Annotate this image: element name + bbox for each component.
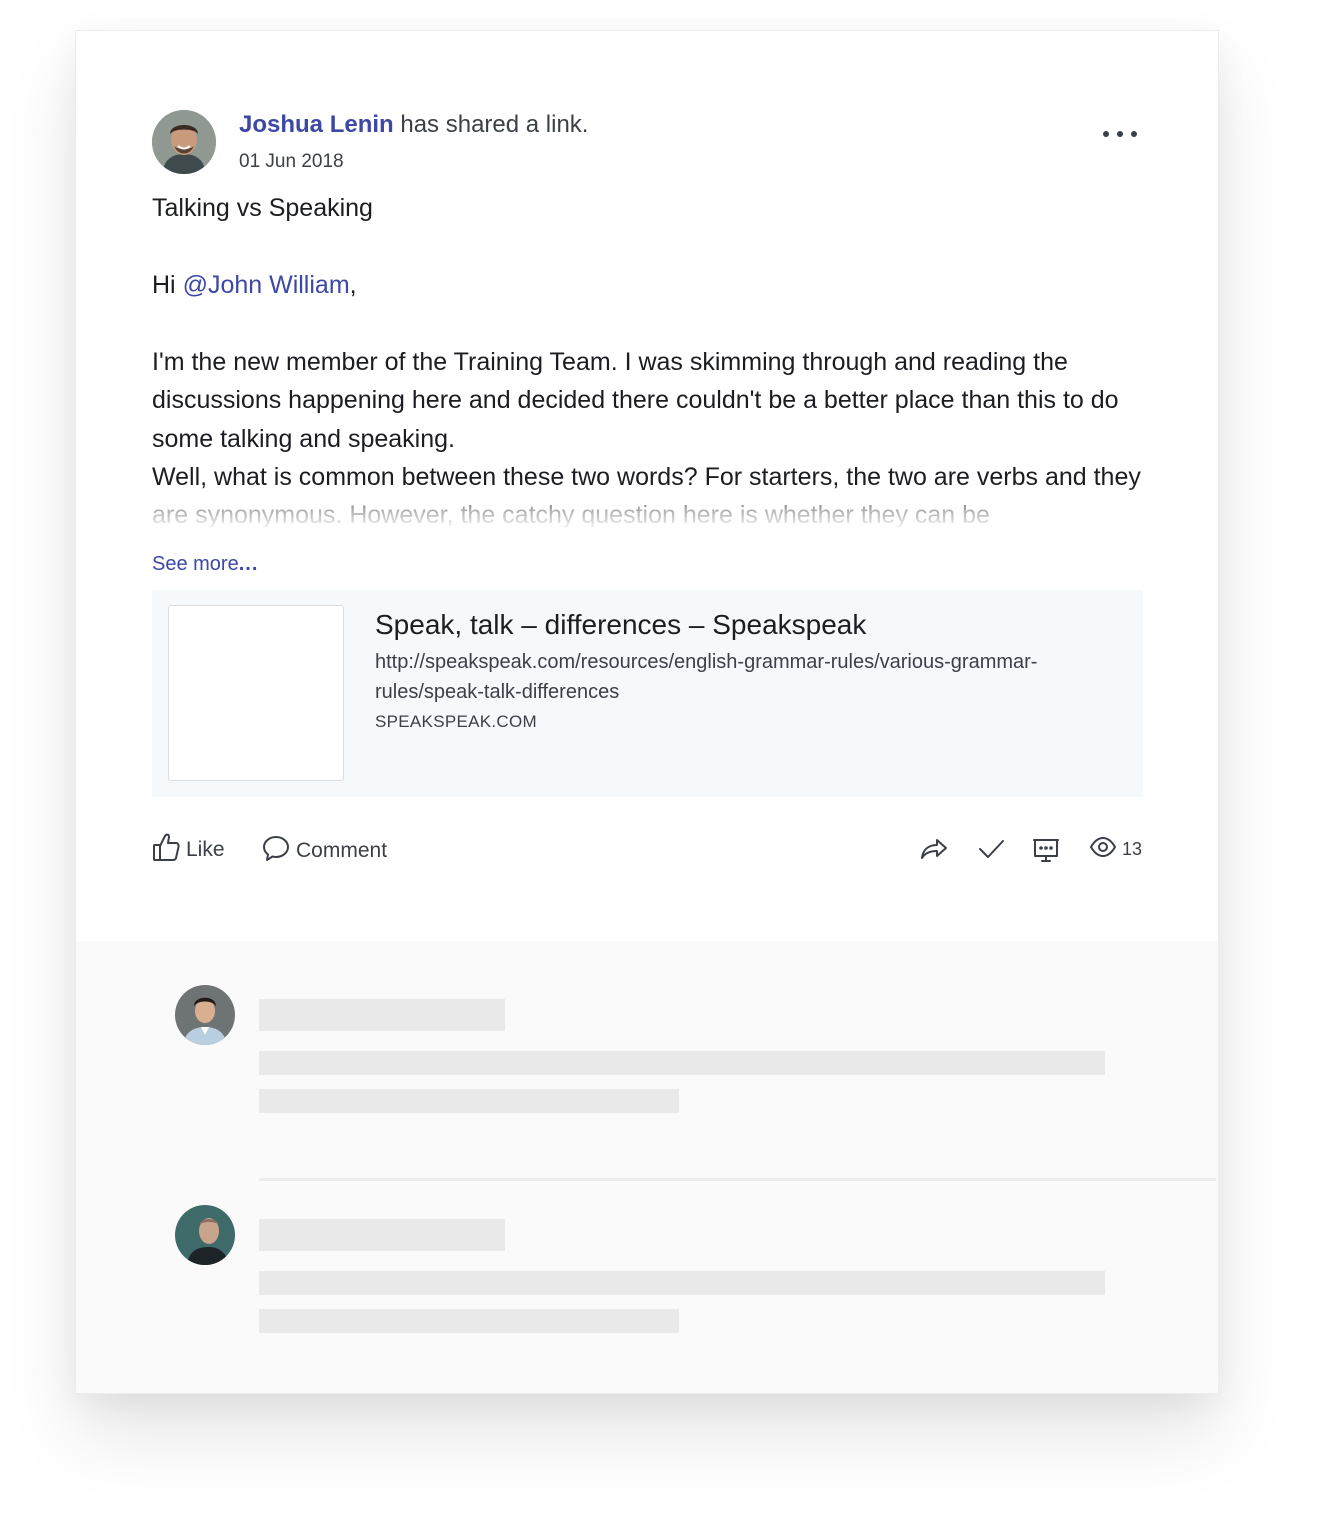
more-horizontal-icon[interactable] <box>1103 127 1137 141</box>
view-count-value: 13 <box>1122 839 1143 859</box>
check-icon[interactable] <box>977 837 1005 866</box>
skeleton-line <box>259 1051 1105 1075</box>
comment-divider <box>259 1178 1216 1181</box>
author-name[interactable]: Joshua Lenin <box>239 111 394 138</box>
commenter-avatar[interactable] <box>175 985 235 1045</box>
skeleton-line <box>259 999 505 1031</box>
presentation-icon[interactable] <box>1032 836 1060 869</box>
like-button[interactable]: Like <box>152 832 225 868</box>
skeleton-line <box>259 1309 679 1333</box>
comments-section <box>76 941 1218 1393</box>
link-preview-card[interactable]: Speak, talk – differences – Speakspeak h… <box>152 590 1143 797</box>
view-count: 13 <box>1089 836 1143 862</box>
link-domain: SPEAKSPEAK.COM <box>375 712 537 731</box>
greeting-suffix: , <box>349 271 357 299</box>
post-date: 01 Jun 2018 <box>239 151 344 172</box>
eye-icon <box>1089 836 1117 862</box>
commenter-avatar[interactable] <box>175 1205 235 1265</box>
text-fade-overlay <box>146 486 1156 531</box>
greeting-prefix: Hi <box>152 271 183 299</box>
see-more-dots: ... <box>238 553 259 575</box>
skeleton-line <box>259 1219 505 1251</box>
comment-button[interactable]: Comment <box>262 834 387 868</box>
mention-link[interactable]: @John William <box>183 271 350 299</box>
comment-label: Comment <box>296 839 388 862</box>
thumbs-up-icon <box>152 832 180 868</box>
link-url[interactable]: http://speakspeak.com/resources/english-… <box>375 647 1115 707</box>
link-thumbnail <box>168 605 344 781</box>
share-icon[interactable] <box>920 837 948 866</box>
like-label: Like <box>186 838 225 861</box>
post-card: Joshua Lenin has shared a link. 01 Jun 2… <box>75 30 1219 1394</box>
share-action-text: has shared a link. <box>393 111 589 138</box>
post-title: Talking vs Speaking <box>152 194 373 222</box>
comment-bubble-icon <box>262 834 290 868</box>
see-more-link[interactable]: See more... <box>152 553 258 576</box>
author-line: Joshua Lenin has shared a link. <box>239 111 588 139</box>
post-paragraph: I'm the new member of the Training Team.… <box>152 348 1119 453</box>
link-title[interactable]: Speak, talk – differences – Speakspeak <box>375 609 866 641</box>
skeleton-line <box>259 1271 1105 1295</box>
skeleton-line <box>259 1089 679 1113</box>
see-more-label: See more <box>152 553 239 575</box>
post-body: Joshua Lenin has shared a link. 01 Jun 2… <box>76 31 1218 941</box>
author-avatar[interactable] <box>152 110 216 174</box>
greeting: Hi @John William, <box>152 271 357 300</box>
